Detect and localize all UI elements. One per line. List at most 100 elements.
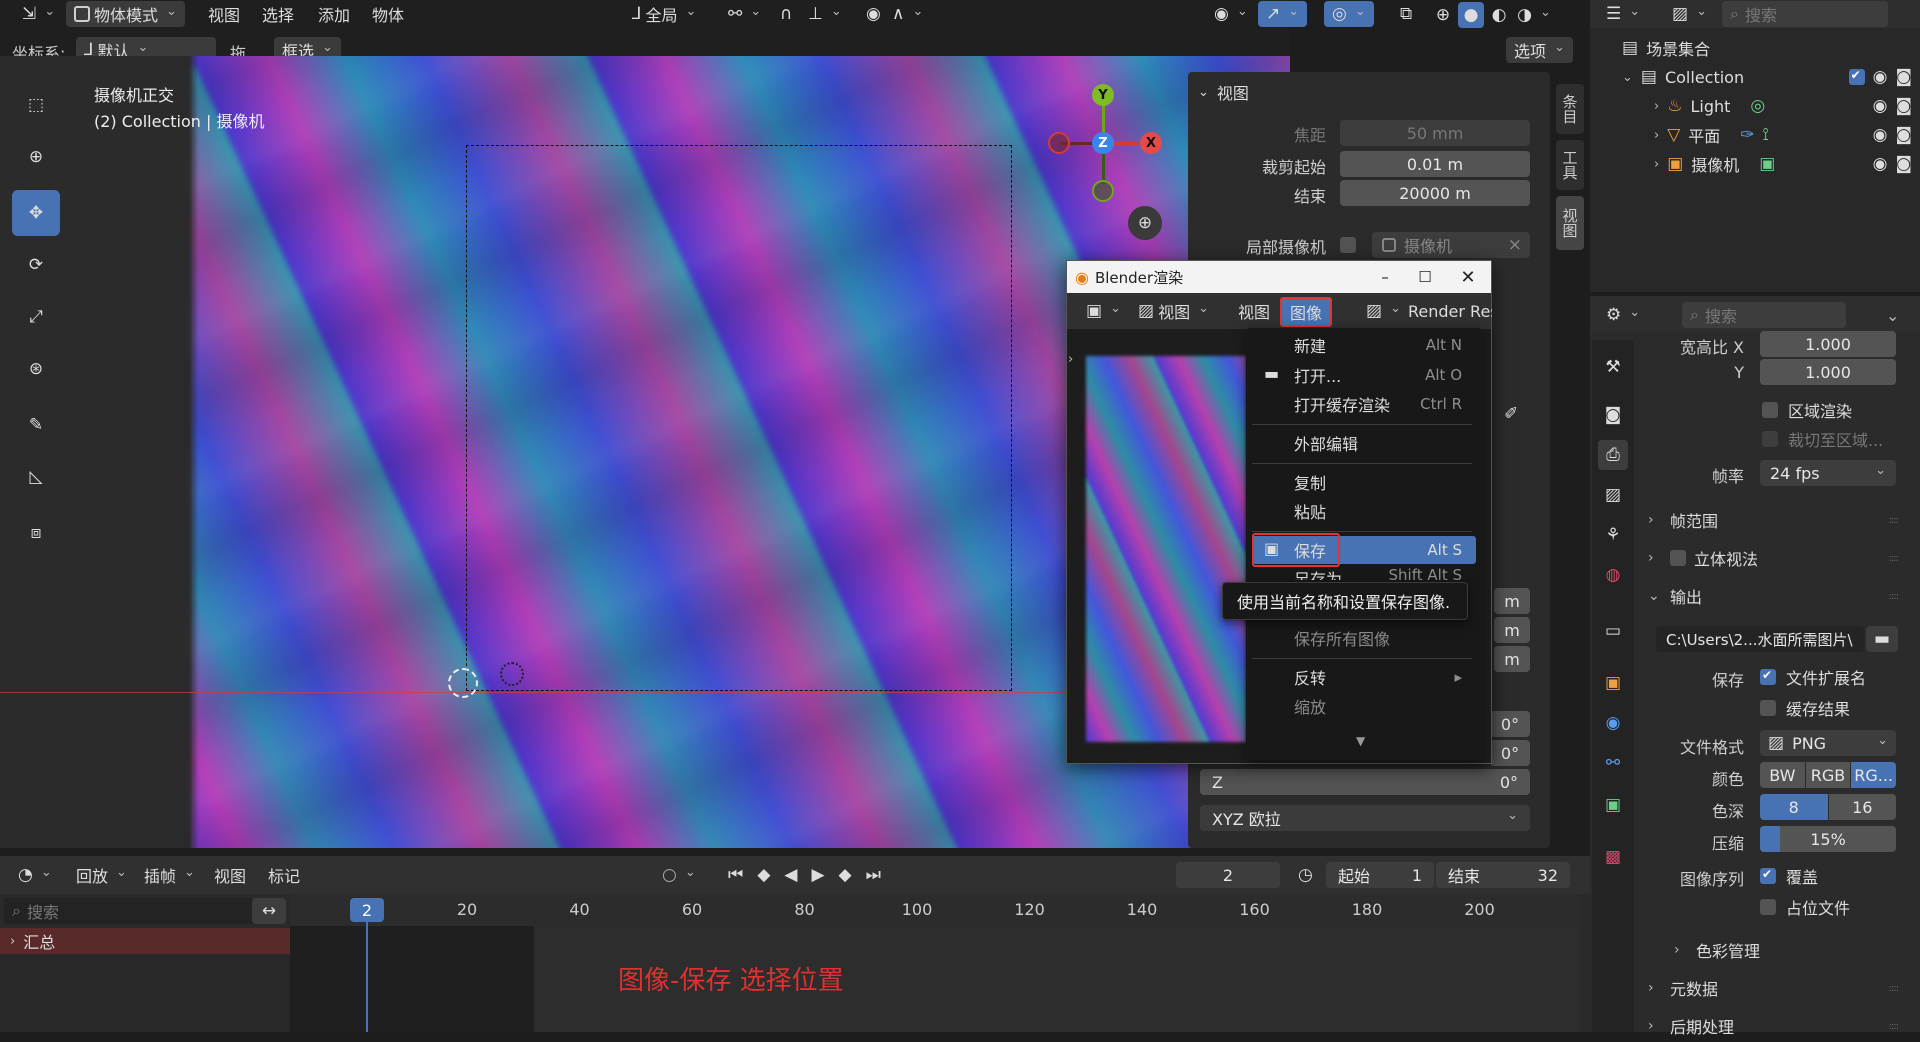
tab-constraints[interactable]: ⚯ xyxy=(1598,748,1628,778)
play-button[interactable]: ▶ xyxy=(807,862,828,888)
menu-item-new[interactable]: 新建 Alt N xyxy=(1248,331,1476,359)
close-icon[interactable]: ✕ xyxy=(1445,267,1491,288)
fps-dropdown[interactable]: 24 fps xyxy=(1760,460,1896,486)
menu-scroll-down-icon[interactable]: ▼ xyxy=(1356,734,1365,748)
overlay-toggle[interactable]: ◎ xyxy=(1324,1,1374,27)
timeline-keying-menu[interactable]: 插帧 xyxy=(136,862,203,888)
focal-field[interactable]: 50 mm xyxy=(1340,120,1530,146)
camera-render-icon[interactable]: ◙ xyxy=(1896,97,1913,115)
tab-physics[interactable]: ◉ xyxy=(1598,708,1628,738)
eye-icon[interactable]: ◉ xyxy=(1873,97,1888,115)
menu-view[interactable]: 视图 xyxy=(200,1,248,27)
placeholder-checkbox[interactable] xyxy=(1760,899,1776,915)
menu-item-save-as[interactable]: 另存为 Shift Alt S xyxy=(1248,566,1476,580)
rotation-mode-dropdown[interactable]: XYZ 欧拉 xyxy=(1200,805,1530,831)
tab-object[interactable]: ▣ xyxy=(1598,668,1628,698)
properties-search[interactable]: ⌕ 搜索 xyxy=(1682,302,1846,328)
end-frame-field[interactable]: 结束 32 xyxy=(1436,862,1570,888)
menu-item-invert[interactable]: 反转 ▸ xyxy=(1248,663,1476,691)
rot-x-partial[interactable]: 0° xyxy=(1490,711,1530,737)
region-render-row[interactable]: 区域渲染 xyxy=(1762,398,1852,422)
overwrite-checkbox[interactable] xyxy=(1760,867,1776,884)
timeline-view-menu[interactable]: 视图 xyxy=(206,862,254,888)
xray-toggle[interactable]: ⧉ xyxy=(1392,1,1420,27)
gizmo-z-ball[interactable]: Z xyxy=(1092,132,1114,154)
current-frame-field[interactable]: 2 xyxy=(1176,862,1280,888)
color-rgb[interactable]: RGB xyxy=(1805,762,1851,788)
render-editor-type[interactable]: ▣ xyxy=(1078,298,1129,324)
timeline-editor-type[interactable]: ◔ xyxy=(10,862,60,888)
timeline-marker-menu[interactable]: 标记 xyxy=(260,862,308,888)
playhead-badge[interactable]: 2 xyxy=(350,898,384,922)
output-folder-button[interactable]: ▬ xyxy=(1866,626,1898,652)
maximize-icon[interactable]: ☐ xyxy=(1405,268,1445,286)
render-menu-image[interactable]: 图像 xyxy=(1280,297,1333,327)
output-path-field[interactable]: C:\Users\2...水面所需图片\ xyxy=(1656,626,1864,652)
nav-gizmo[interactable]: Y X Z xyxy=(1044,84,1164,204)
timeline-filter-toggle[interactable]: ↔ xyxy=(252,898,286,924)
eye-icon[interactable]: ◉ xyxy=(1873,126,1888,144)
timeline-playback-menu[interactable]: 回放 xyxy=(68,862,135,888)
prev-key-button[interactable]: ◆ xyxy=(753,862,774,888)
npanel-view-section-header[interactable]: ⌄ 视图 xyxy=(1198,80,1249,104)
shading-solid[interactable]: ● xyxy=(1458,2,1484,28)
light-data-icon[interactable]: ◎ xyxy=(1750,97,1765,115)
placeholder-row[interactable]: 占位文件 xyxy=(1760,895,1850,919)
select-box-tool[interactable]: ⬚ xyxy=(12,82,60,128)
outliner-display-mode[interactable]: ▨ xyxy=(1664,1,1715,27)
jump-end-button[interactable]: ⏭ xyxy=(862,862,885,888)
menu-select[interactable]: 选择 xyxy=(254,1,302,27)
camera-data-icon[interactable]: ▣ xyxy=(1759,155,1775,173)
compress-slider[interactable]: 15% xyxy=(1760,826,1896,852)
color-rgba[interactable]: RG... xyxy=(1851,762,1897,788)
pivot-dropdown[interactable]: ⚯ xyxy=(720,1,769,27)
tab-render[interactable]: ◙ xyxy=(1598,400,1628,430)
local-camera-checkbox[interactable] xyxy=(1340,237,1356,253)
jump-start-button[interactable]: ⏮ xyxy=(724,862,747,888)
tab-collection[interactable]: ▭ xyxy=(1598,616,1628,646)
tab-object-data[interactable]: ▣ xyxy=(1598,790,1628,820)
aspect-x-field[interactable]: 1.000 xyxy=(1760,331,1896,357)
next-key-button[interactable]: ◆ xyxy=(835,862,856,888)
falloff-dropdown[interactable]: ∧ xyxy=(884,1,931,27)
depth-16[interactable]: 16 xyxy=(1828,794,1896,820)
render-side-chevron[interactable]: › xyxy=(1068,352,1073,367)
tab-world[interactable]: ◍ xyxy=(1598,560,1628,590)
section-metadata[interactable]: › 元数据:::: xyxy=(1648,972,1906,1004)
zoom-button[interactable]: ⊕ xyxy=(1128,206,1162,240)
tab-texture[interactable]: ▩ xyxy=(1598,842,1628,872)
editor-type-button[interactable]: ⇲ xyxy=(14,1,63,27)
gizmo-toggle[interactable]: ↗ xyxy=(1258,1,1308,27)
gizmo-y-ball[interactable]: Y xyxy=(1092,84,1114,106)
section-output[interactable]: ⌄ 输出:::: xyxy=(1648,580,1906,612)
gizmo-x-ball[interactable]: X xyxy=(1140,132,1162,154)
start-frame-field[interactable]: 起始 1 xyxy=(1326,862,1434,888)
overwrite-row[interactable]: 覆盖 xyxy=(1760,864,1818,888)
eye-icon[interactable]: ◉ xyxy=(1873,155,1888,173)
render-menu-view[interactable]: 视图 xyxy=(1230,298,1278,324)
auto-key-toggle[interactable]: ○ xyxy=(654,862,704,888)
eye-icon[interactable]: ◉ xyxy=(1873,68,1888,86)
camera-render-icon[interactable]: ◙ xyxy=(1896,155,1913,173)
tab-view[interactable]: 视图 xyxy=(1556,196,1584,250)
tab-tool-settings[interactable]: ⚒ xyxy=(1598,352,1628,382)
gizmo-y-neg-ball[interactable] xyxy=(1092,180,1114,202)
tab-output[interactable]: ⎙ xyxy=(1598,440,1628,470)
outliner-editor-type[interactable]: ☰ xyxy=(1598,1,1648,27)
mode-dropdown[interactable]: 物体模式 xyxy=(66,1,185,27)
mesh-data-icon[interactable]: ⟟ xyxy=(1763,126,1769,144)
clip-start-field[interactable]: 0.01 m xyxy=(1340,151,1530,177)
annotate-tool[interactable]: ✎ xyxy=(12,402,60,448)
camera-render-icon[interactable]: ◙ xyxy=(1896,68,1913,86)
orientation-dropdown[interactable]: ⅃ 全局 xyxy=(624,1,704,27)
menu-item-copy[interactable]: 复制 xyxy=(1248,468,1476,496)
eyedropper-button[interactable]: ✐ xyxy=(1504,404,1518,423)
move-tool[interactable]: ✥ xyxy=(12,190,60,236)
outliner-scene-collection[interactable]: ▤ 场景集合 xyxy=(1622,34,1710,62)
properties-editor-type[interactable]: ⚙ xyxy=(1598,302,1648,328)
outliner-item-camera[interactable]: › ▣ 摄像机 ▣ ◉ ◙ xyxy=(1654,150,1912,178)
render-image-browse[interactable]: ▨ xyxy=(1358,298,1409,324)
tab-view-layer[interactable]: ▨ xyxy=(1598,480,1628,510)
minimize-icon[interactable]: – xyxy=(1365,268,1405,286)
cursor-tool[interactable]: ⊕ xyxy=(12,134,60,180)
